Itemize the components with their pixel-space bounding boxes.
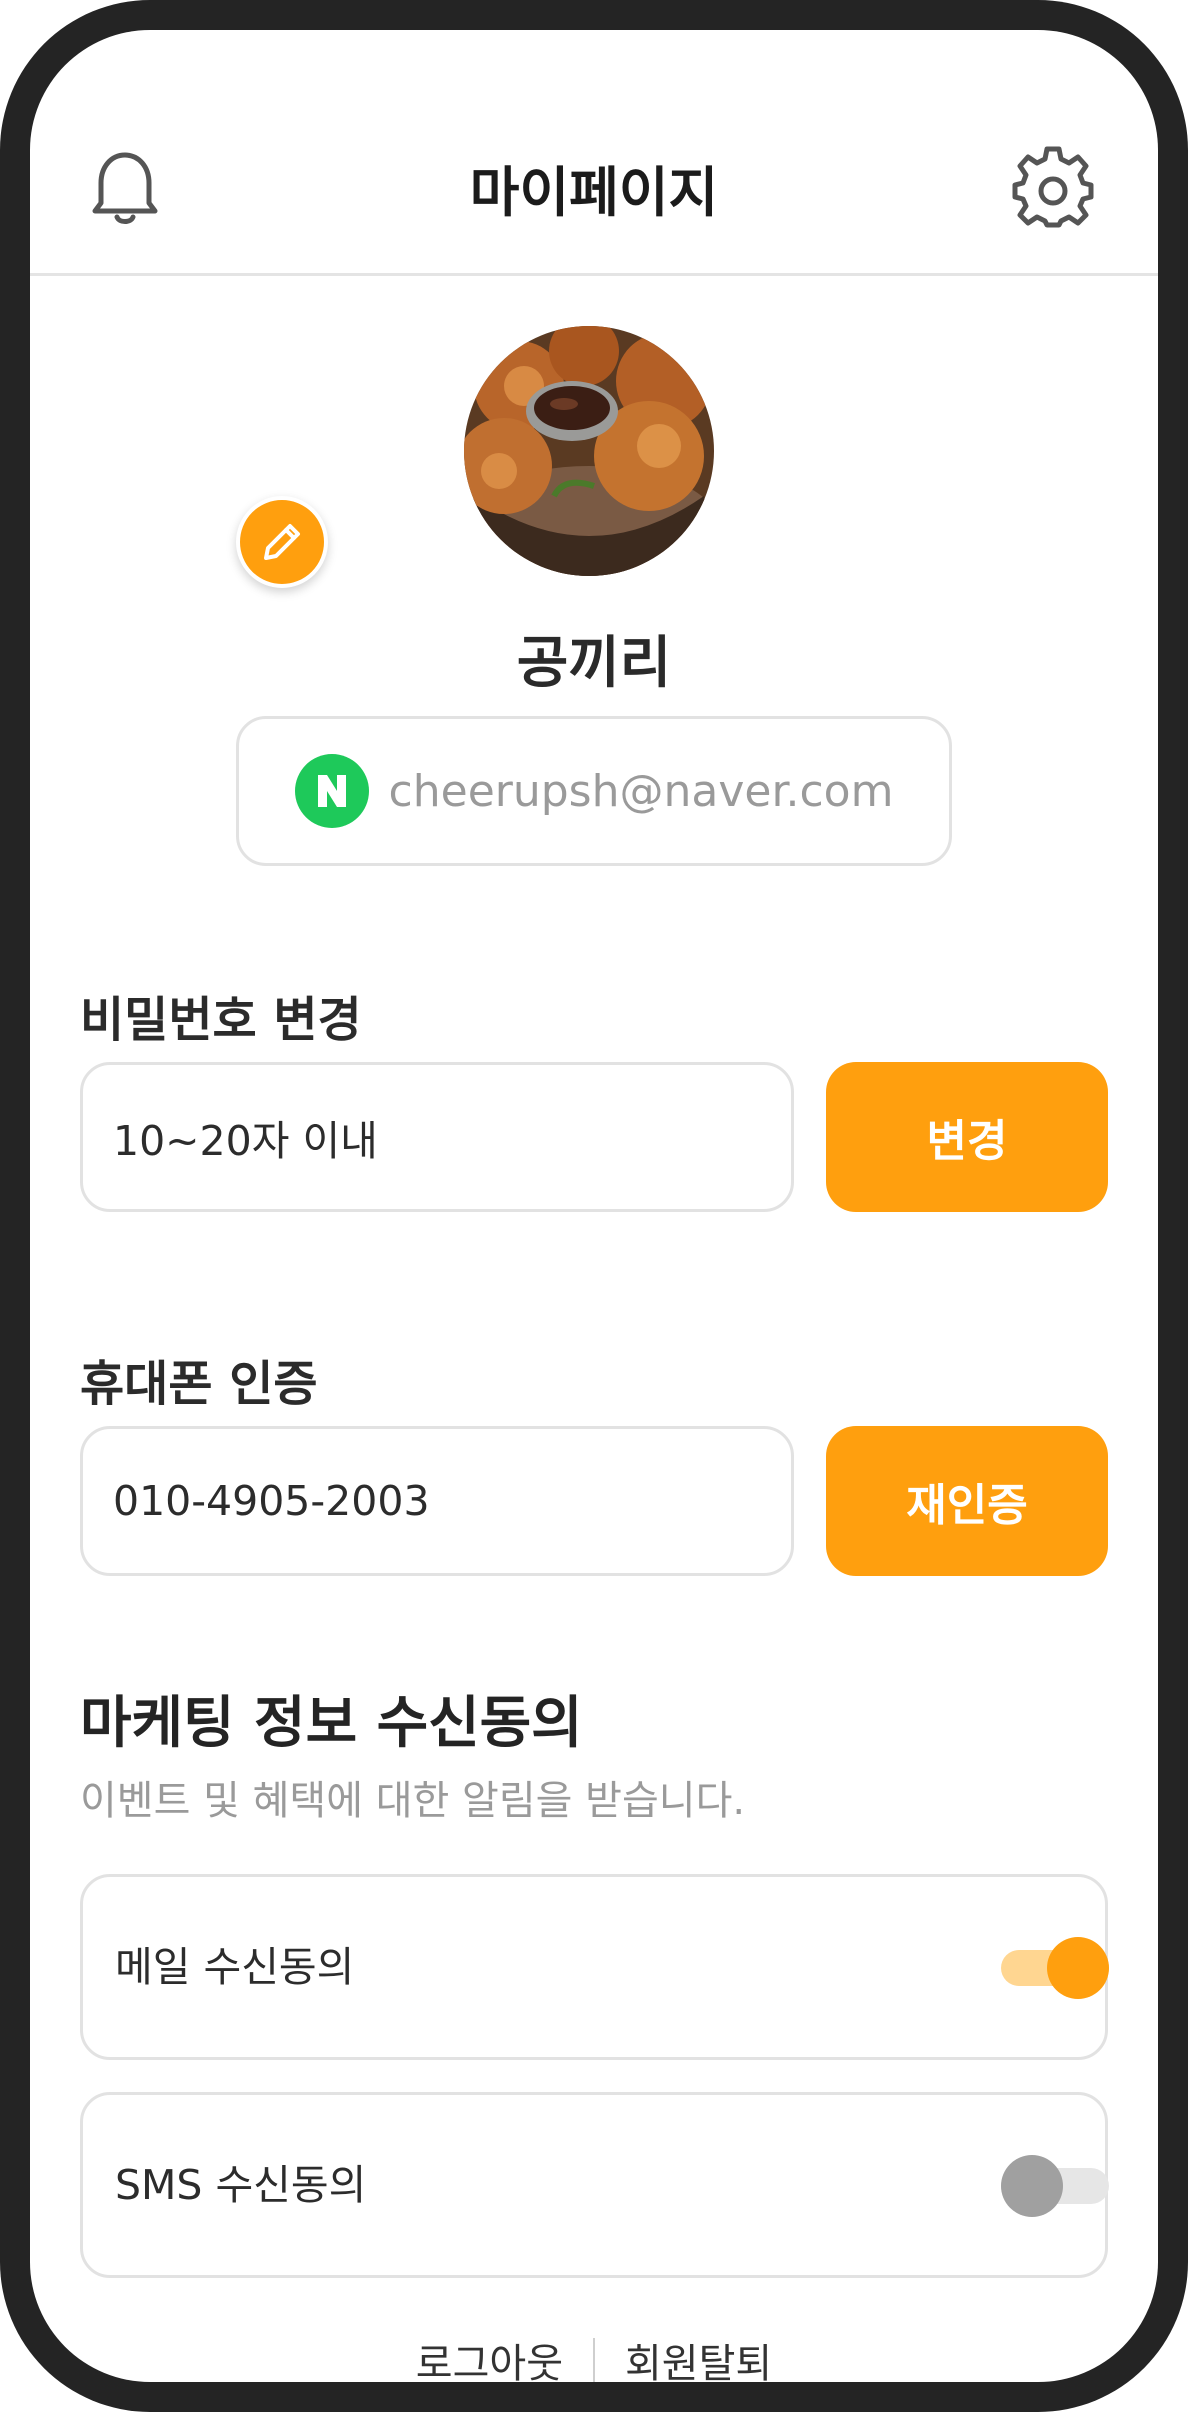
email-consent-label: 메일 수신동의 [115,1943,355,1991]
email-consent-row: 메일 수신동의 [80,1874,1109,2060]
phone-input[interactable]: 010-4905-2003 [80,1426,794,1576]
pencil-icon [264,524,300,560]
marketing-subtitle: 이벤트 및 혜택에 대한 알림을 받습니다. [80,1778,746,1824]
screen: 마이페이지 공끼리 cheerupsh@naver.com 비밀번호 변경 10… [30,30,1158,2382]
reverify-button[interactable]: 재인증 [826,1426,1108,1576]
phone-label: 휴대폰 인증 [80,1356,318,1412]
account-email-box: cheerupsh@naver.com [236,716,952,866]
change-password-button[interactable]: 변경 [826,1062,1108,1212]
nickname: 공끼리 [516,631,672,696]
toggle-knob [1047,1937,1109,1999]
password-label: 비밀번호 변경 [80,992,362,1048]
toggle-knob [1001,2155,1063,2217]
logout-link[interactable]: 로그아웃 [416,2331,563,2382]
naver-icon [294,754,369,828]
sms-consent-label: SMS 수신동의 [115,2161,367,2209]
avatar-image [464,326,714,576]
marketing-title: 마케팅 정보 수신동의 [80,1691,583,1756]
page-title: 마이페이지 [469,161,719,224]
edit-avatar-button[interactable] [236,496,328,588]
device-frame: 마이페이지 공끼리 cheerupsh@naver.com 비밀번호 변경 10… [0,0,1188,2412]
avatar[interactable] [464,326,714,576]
email-consent-toggle[interactable] [1001,1937,1109,1999]
withdraw-link[interactable]: 회원탈퇴 [625,2331,772,2382]
sms-consent-row: SMS 수신동의 [80,2092,1109,2278]
gear-icon[interactable] [1008,142,1098,232]
sms-consent-toggle[interactable] [1001,2155,1109,2217]
divider [593,2338,595,2382]
account-email: cheerupsh@naver.com [388,765,894,817]
app-header: 마이페이지 [30,30,1158,276]
password-input[interactable]: 10~20자 이내 [80,1062,794,1212]
footer-links: 로그아웃 회원탈퇴 [30,2330,1158,2382]
